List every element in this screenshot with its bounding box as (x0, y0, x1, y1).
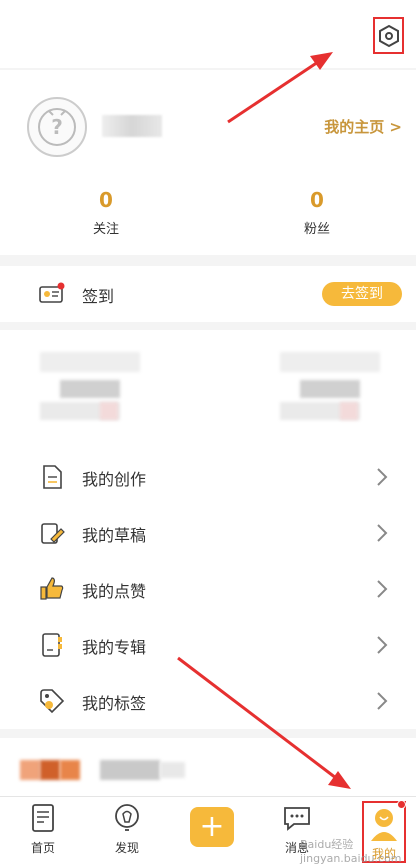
chevron-right-icon (377, 468, 388, 486)
my-homepage-link[interactable]: 我的主页 > (324, 116, 402, 137)
profile-card: ? 我的主页 > 0 关注 0 粉丝 (0, 70, 416, 255)
fans-label: 粉丝 (303, 222, 330, 237)
signin-label: 签到 (82, 287, 115, 306)
follow-label: 关注 (92, 222, 119, 237)
tab-home-label: 首页 (30, 841, 55, 855)
tab-discover-label: 发现 (114, 841, 139, 855)
fans-stat[interactable]: 0 粉丝 (277, 188, 357, 237)
settings-hexagon-icon (378, 24, 399, 47)
username-blurred (102, 115, 162, 137)
menu-list: 我的创作 我的草稿 我的点赞 我的专辑 我的标签 (0, 435, 416, 729)
document-icon (43, 465, 62, 489)
menu-item-albums[interactable]: 我的专辑 (0, 617, 416, 673)
menu-item-likes[interactable]: 我的点赞 (0, 561, 416, 617)
tab-discover[interactable]: 发现 (97, 803, 157, 856)
draft-icon (41, 523, 65, 544)
chevron-right-icon (377, 692, 388, 710)
default-avatar-icon: ? (38, 108, 76, 146)
top-bar (0, 0, 416, 68)
svg-text:?: ? (51, 115, 63, 139)
follow-stat[interactable]: 0 关注 (66, 188, 146, 237)
watermark: Baidu经验 jingyan.baidu.com (300, 838, 402, 865)
menu-item-label: 我的专辑 (82, 638, 147, 657)
signin-card-icon (39, 282, 65, 308)
discover-bulb-icon (115, 804, 139, 831)
settings-button[interactable] (373, 17, 404, 54)
menu-item-label: 我的创作 (82, 470, 147, 489)
follow-count: 0 (99, 188, 113, 212)
go-signin-button[interactable]: 去签到 (322, 282, 402, 306)
tag-icon (40, 689, 65, 714)
menu-item-label: 我的标签 (82, 694, 147, 713)
menu-item-label: 我的点赞 (82, 582, 147, 601)
blurred-content (0, 330, 416, 435)
menu-item-label: 我的草稿 (82, 526, 147, 545)
menu-item-creations[interactable]: 我的创作 (0, 449, 416, 505)
fans-count: 0 (310, 188, 324, 212)
blurred-bottom-content (0, 738, 416, 796)
thumbs-up-icon (40, 577, 64, 600)
chevron-right-icon (377, 580, 388, 598)
tab-home[interactable]: 首页 (13, 803, 73, 856)
chevron-right-icon (377, 524, 388, 542)
signin-row[interactable]: 签到 去签到 (0, 266, 416, 322)
chevron-right-icon (377, 636, 388, 654)
album-icon (42, 633, 62, 657)
home-document-icon (32, 804, 54, 832)
menu-item-drafts[interactable]: 我的草稿 (0, 505, 416, 561)
add-button[interactable]: + (190, 807, 234, 847)
avatar[interactable]: ? (27, 97, 87, 157)
menu-item-tags[interactable]: 我的标签 (0, 673, 416, 729)
messages-chat-icon (284, 807, 310, 831)
